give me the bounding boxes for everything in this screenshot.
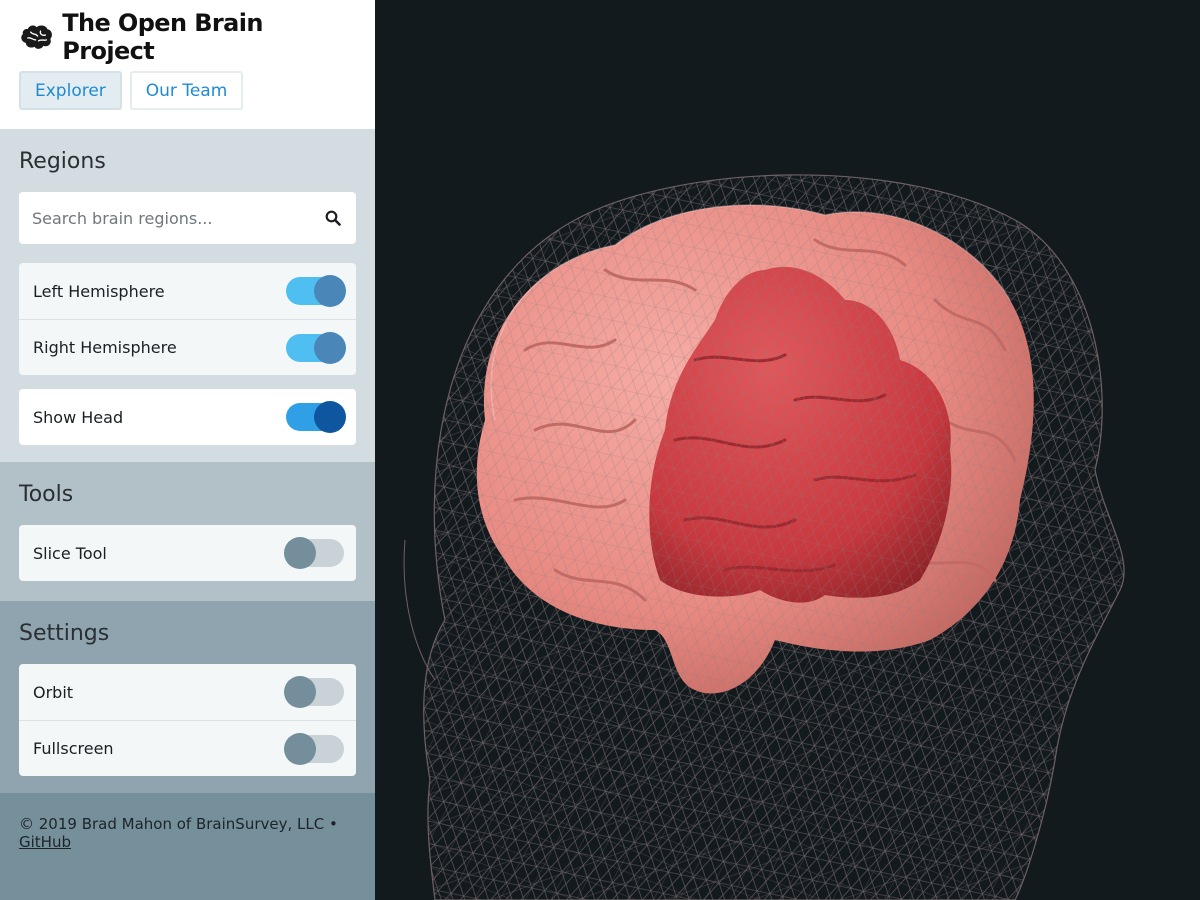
brain-render [403, 174, 1125, 900]
list-item-slice-tool: Slice Tool [19, 525, 356, 581]
list-item-show-head: Show Head [19, 389, 356, 445]
show-head-card: Show Head [19, 389, 356, 445]
github-link[interactable]: GitHub [19, 833, 71, 851]
search-icon[interactable] [323, 208, 343, 228]
list-item-orbit: Orbit [19, 664, 356, 720]
list-item-fullscreen: Fullscreen [19, 720, 356, 776]
brain-logo-icon [21, 25, 52, 49]
slice-tool-label: Slice Tool [33, 543, 107, 563]
tools-panel: Tools Slice Tool [0, 462, 375, 601]
tab-explorer[interactable]: Explorer [19, 71, 122, 110]
settings-heading: Settings [19, 621, 110, 646]
slice-tool-toggle[interactable] [284, 537, 344, 569]
settings-list: Orbit Fullscreen [19, 664, 356, 776]
orbit-toggle[interactable] [284, 676, 344, 708]
settings-panel: Settings Orbit Fullscreen [0, 601, 375, 793]
fullscreen-label: Fullscreen [33, 739, 114, 758]
tools-heading: Tools [19, 482, 74, 507]
left-hemisphere-label: Left Hemisphere [33, 281, 165, 301]
list-item-left-hemisphere: Left Hemisphere [19, 263, 356, 319]
brand[interactable]: The Open Brain Project [19, 9, 356, 65]
tools-list: Slice Tool [19, 525, 356, 581]
show-head-label: Show Head [33, 407, 124, 427]
regions-heading: Regions [19, 149, 106, 174]
left-hemisphere-toggle[interactable] [286, 275, 346, 307]
copyright-text: © 2019 Brad Mahon of BrainSurvey, LLC • [19, 815, 338, 833]
brain-3d-viewer[interactable] [375, 0, 1200, 900]
nav-tabs: Explorer Our Team [19, 71, 356, 110]
right-hemisphere-toggle[interactable] [286, 331, 346, 364]
tab-our-team[interactable]: Our Team [129, 71, 244, 110]
hemisphere-list: Left Hemisphere Right Hemisphere [19, 263, 356, 375]
fullscreen-toggle[interactable] [284, 732, 344, 765]
search-box [19, 192, 356, 244]
list-item-right-hemisphere: Right Hemisphere [19, 319, 356, 375]
search-input[interactable] [32, 208, 323, 228]
header: The Open Brain Project Explorer Our Team [0, 0, 375, 129]
app-title: The Open Brain Project [62, 9, 263, 65]
footer: © 2019 Brad Mahon of BrainSurvey, LLC • … [0, 793, 375, 900]
orbit-label: Orbit [33, 682, 74, 702]
sidebar: The Open Brain Project Explorer Our Team… [0, 0, 375, 900]
regions-panel: Regions Left Hemisphere Right Hemisphere… [0, 129, 375, 462]
right-hemisphere-label: Right Hemisphere [33, 338, 177, 357]
show-head-toggle[interactable] [286, 401, 346, 433]
